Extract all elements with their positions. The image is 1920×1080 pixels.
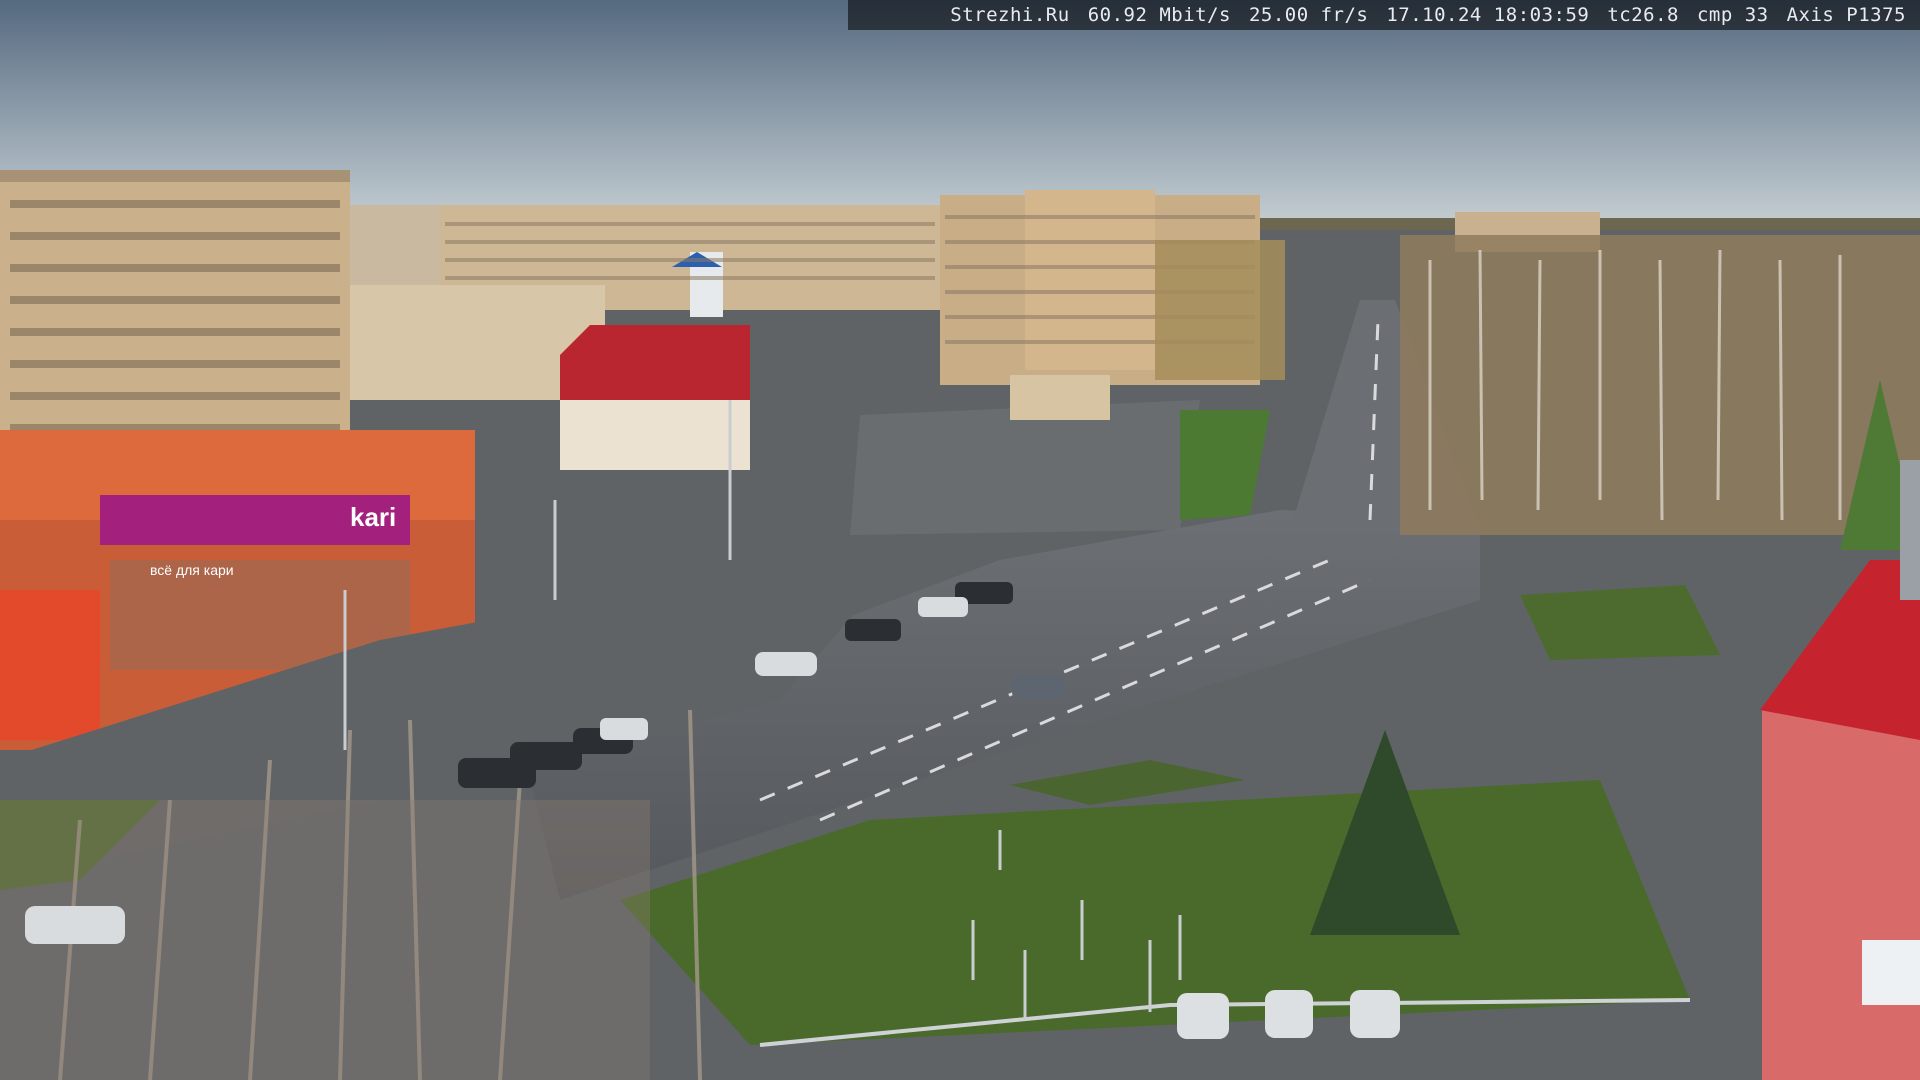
overlay-tc: tc26.8 (1607, 4, 1679, 26)
store-brand-sign: kari (350, 502, 396, 532)
city-scene: kari всё для кари (0, 0, 1920, 1080)
store-sub-sign: всё для кари (150, 562, 234, 578)
overlay-cmp: cmp 33 (1696, 4, 1769, 26)
grass-median-right (1520, 585, 1720, 660)
left-block-windows (10, 200, 340, 464)
moving-car (1012, 675, 1064, 699)
overlay-framerate: 25.00 fr/s (1248, 4, 1369, 26)
red-roof-building (560, 325, 750, 470)
camera-info-overlay: Strezhi.Ru 60.92 Mbit/s 25.00 fr/s 17.10… (848, 0, 1920, 30)
overlay-bitrate: 60.92 Mbit/s (1087, 4, 1231, 26)
overlay-camera-model: Axis P1375 (1786, 4, 1906, 26)
parked-cars-bottom (1177, 990, 1400, 1039)
webcam-frame: kari всё для кари Strezhi.Ru 60.92 Mbit/… (0, 0, 1920, 1080)
central-plaza (850, 400, 1200, 535)
right-grey-tower (1900, 460, 1920, 600)
autumn-trees-center (1155, 240, 1285, 380)
overlay-datetime: 17.10.24 18:03:59 (1386, 4, 1590, 26)
small-pavilion (1010, 375, 1110, 420)
overlay-site: Strezhi.Ru (950, 4, 1070, 26)
